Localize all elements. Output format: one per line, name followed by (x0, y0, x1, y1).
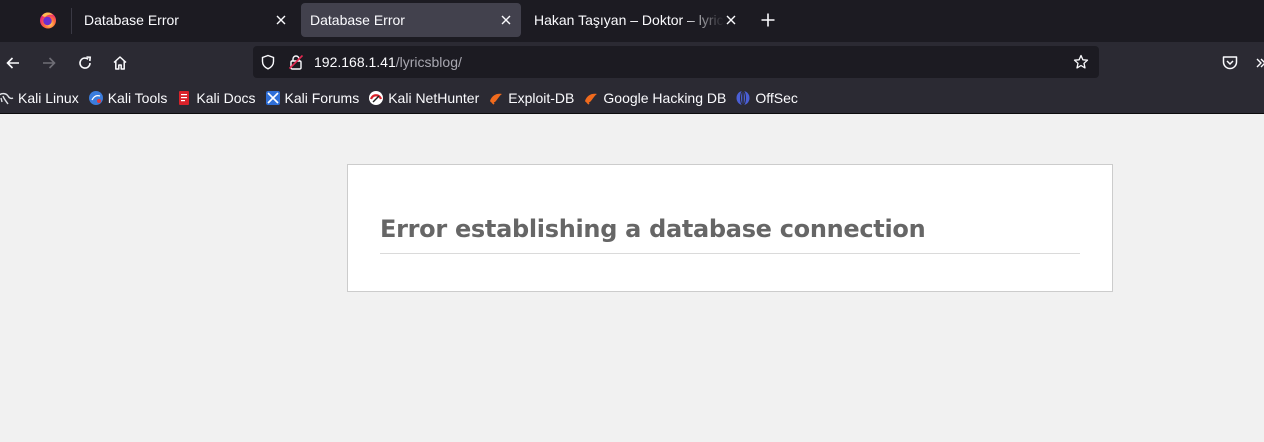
star-icon[interactable] (1073, 54, 1089, 70)
nethunter-icon (368, 90, 384, 106)
error-heading: Error establishing a database connection (380, 215, 1080, 254)
tab-lyrics[interactable]: Hakan Taşıyan – Doktor – lyricsblog (521, 3, 747, 37)
url-host: 192.168.1.41 (314, 54, 396, 70)
close-icon[interactable] (721, 10, 741, 30)
bookmark-label: Exploit-DB (508, 90, 575, 106)
tab-strip: Database Error Database Error Hakan Taşı… (0, 0, 1264, 42)
kali-forums-icon (265, 90, 281, 106)
pocket-icon[interactable] (1221, 54, 1239, 72)
reload-icon[interactable] (74, 52, 96, 74)
bookmarks-toolbar: Kali Linux Kali Tools Kali Docs Kali For… (0, 83, 1264, 114)
tab-title: Hakan Taşıyan – Doktor – lyricsblog (534, 12, 724, 28)
plus-icon[interactable] (758, 10, 778, 30)
bookmark-label: Kali Forums (284, 90, 360, 106)
back-arrow-icon[interactable] (2, 52, 24, 74)
bookmark-label: Google Hacking DB (603, 90, 727, 106)
navigation-toolbar: 192.168.1.41/lyricsblog/ (0, 42, 1264, 83)
close-icon[interactable] (496, 10, 516, 30)
bookmark-label: OffSec (755, 90, 798, 106)
bookmark-kali-tools[interactable]: Kali Tools (86, 86, 173, 110)
offsec-icon (735, 90, 751, 106)
tab-database-error-1[interactable]: Database Error (71, 3, 297, 37)
bookmark-kali-forums[interactable]: Kali Forums (263, 86, 365, 110)
home-icon[interactable] (109, 52, 131, 74)
tab-database-error-2[interactable]: Database Error (301, 3, 521, 37)
bookmark-offsec[interactable]: OffSec (733, 86, 803, 110)
shield-icon[interactable] (260, 54, 276, 70)
bookmark-google-hacking-db[interactable]: Google Hacking DB (581, 86, 731, 110)
bookmark-kali-docs[interactable]: Kali Docs (174, 86, 260, 110)
tab-title: Database Error (310, 12, 405, 28)
url-path: /lyricsblog/ (395, 54, 462, 70)
bookmark-kali-nethunter[interactable]: Kali NetHunter (366, 86, 484, 110)
url-text[interactable]: 192.168.1.41/lyricsblog/ (314, 54, 462, 70)
bookmark-label: Kali Docs (196, 90, 256, 106)
error-panel: Error establishing a database connection (347, 164, 1113, 292)
ghdb-icon (583, 90, 599, 106)
lock-icon[interactable] (288, 54, 304, 70)
kali-tools-icon (88, 90, 104, 106)
page-content: Error establishing a database connection (0, 114, 1264, 442)
bookmark-label: Kali Linux (18, 90, 79, 106)
forward-arrow-icon[interactable] (38, 52, 60, 74)
bookmark-label: Kali NetHunter (388, 90, 480, 106)
tab-title: Database Error (84, 12, 179, 28)
url-bar[interactable]: 192.168.1.41/lyricsblog/ (253, 46, 1099, 78)
kali-docs-icon (176, 90, 192, 106)
firefox-logo-icon[interactable] (39, 11, 57, 29)
bookmark-exploit-db[interactable]: Exploit-DB (486, 86, 579, 110)
bookmark-label: Kali Tools (107, 90, 168, 106)
chevron-right-icon[interactable] (1255, 54, 1264, 72)
kali-dragon-icon (0, 90, 14, 106)
bookmark-kali-linux[interactable]: Kali Linux (0, 86, 84, 110)
close-icon[interactable] (271, 10, 291, 30)
exploit-db-icon (488, 90, 504, 106)
